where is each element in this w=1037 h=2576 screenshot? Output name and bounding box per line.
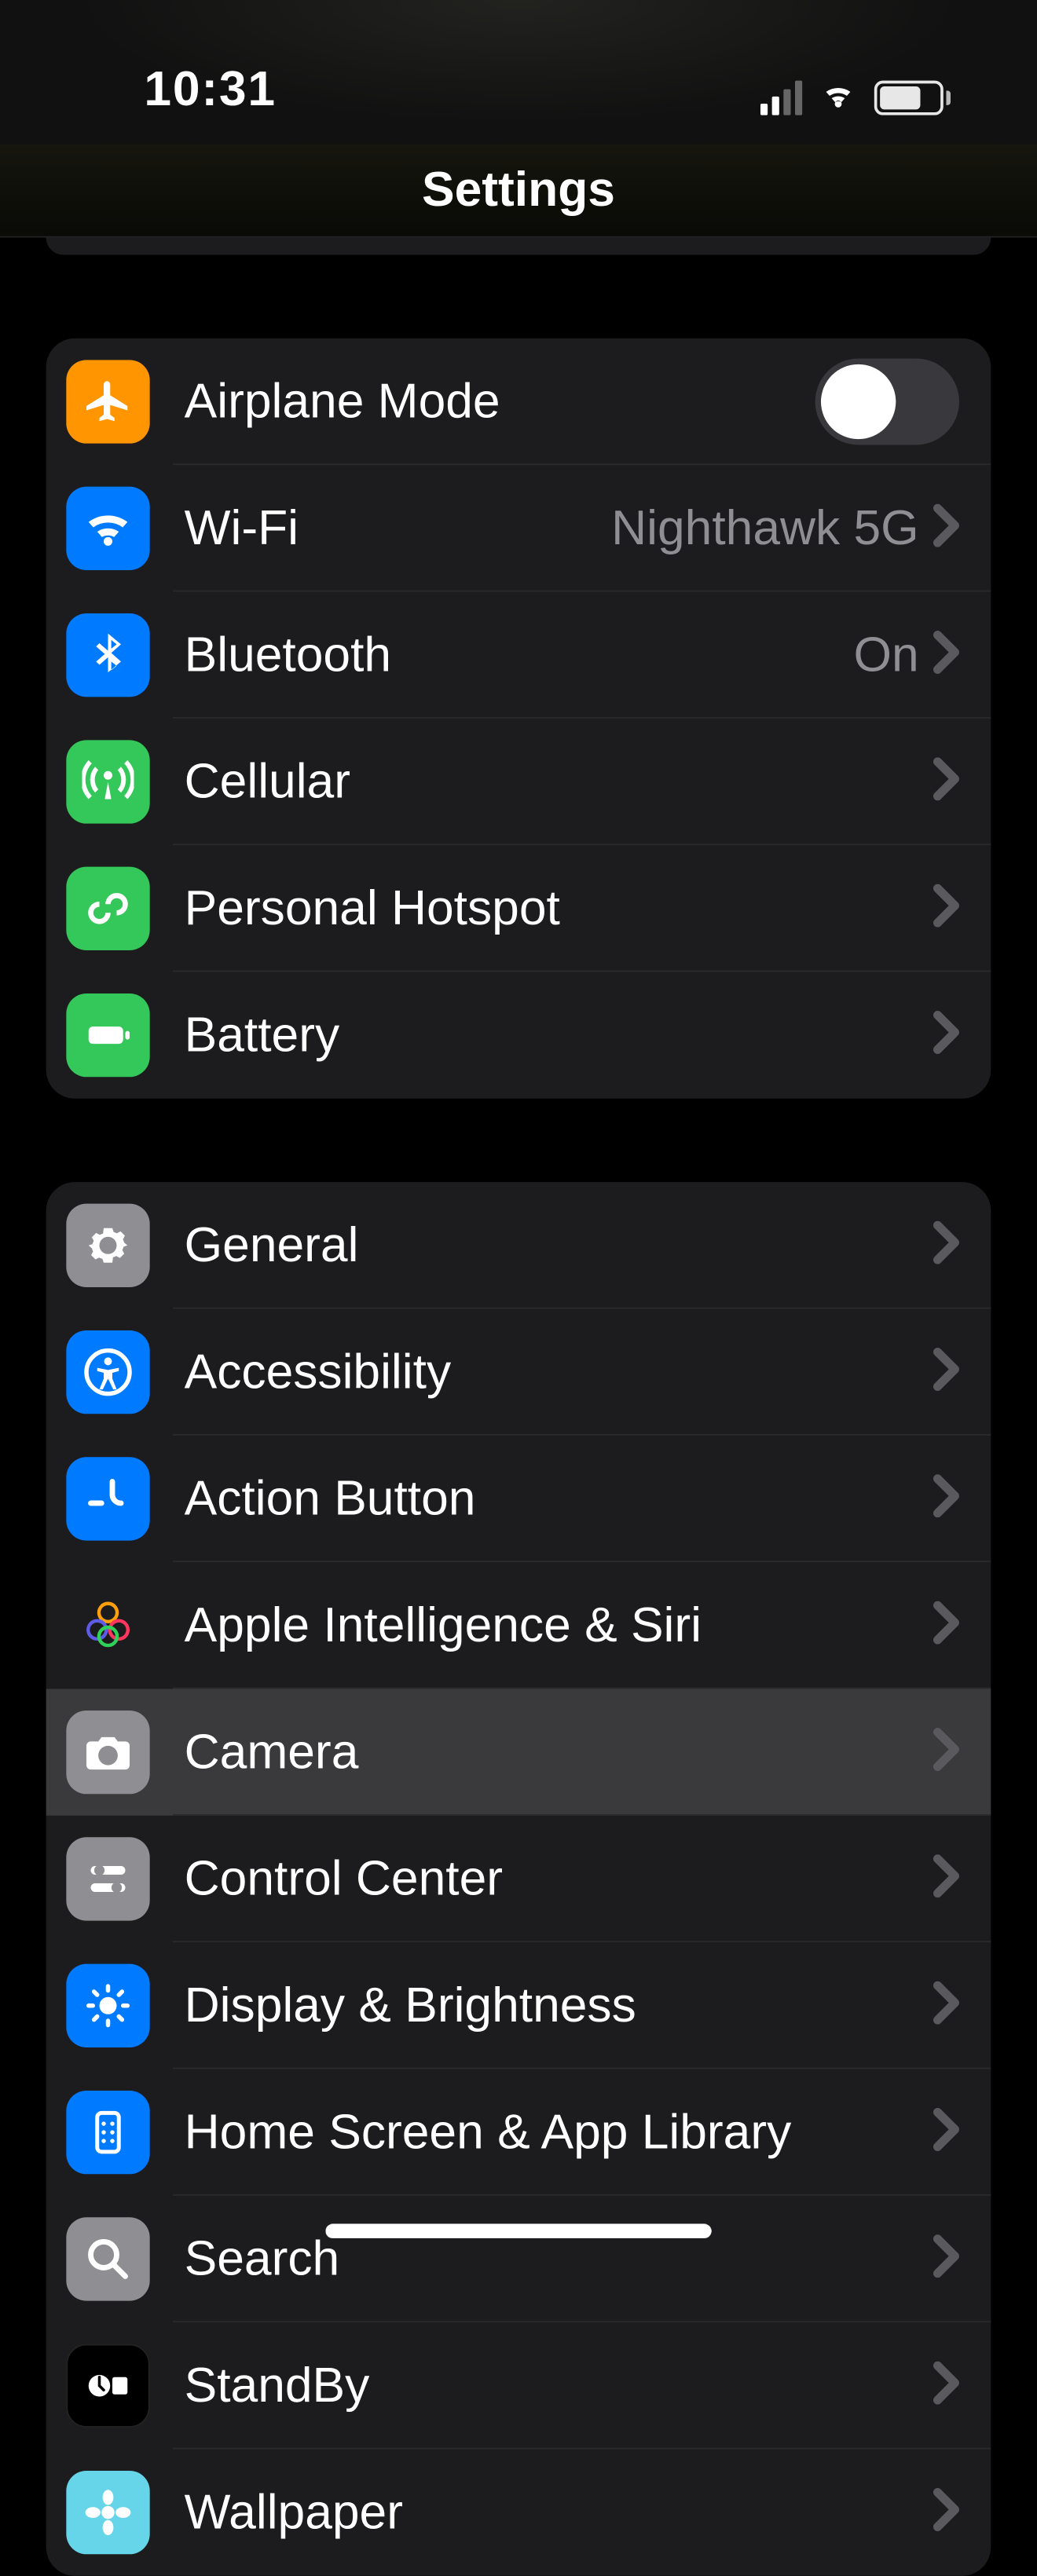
chevron-right-icon — [933, 884, 959, 934]
chevron-right-icon — [933, 2487, 959, 2538]
row-general[interactable]: General — [46, 1182, 991, 1308]
wifi-icon — [816, 76, 859, 118]
chevron-right-icon — [933, 1010, 959, 1060]
row-label: Action Button — [185, 1471, 933, 1527]
row-label: Camera — [185, 1724, 933, 1780]
battery-settings-icon — [66, 993, 149, 1077]
chevron-right-icon — [933, 1601, 959, 1651]
row-label: Display & Brightness — [185, 1978, 933, 2033]
bluetooth-icon — [66, 613, 149, 697]
row-wallpaper[interactable]: Wallpaper — [46, 2449, 991, 2575]
chevron-right-icon — [933, 1473, 959, 1524]
row-hotspot[interactable]: Personal Hotspot — [46, 845, 991, 971]
row-display[interactable]: Display & Brightness — [46, 1942, 991, 2069]
row-label: Apple Intelligence & Siri — [185, 1597, 933, 1653]
row-label: Home Screen & App Library — [185, 2104, 933, 2160]
gear-icon — [66, 1204, 149, 1287]
camera-icon — [66, 1711, 149, 1794]
row-siri[interactable]: Apple Intelligence & Siri — [46, 1562, 991, 1689]
chevron-right-icon — [933, 1347, 959, 1397]
chevron-right-icon — [933, 630, 959, 680]
row-detail: Nighthawk 5G — [611, 500, 918, 556]
home-indicator[interactable] — [325, 2224, 711, 2238]
search-icon — [66, 2217, 149, 2300]
hotspot-icon — [66, 867, 149, 950]
chevron-right-icon — [933, 1220, 959, 1271]
row-cellular[interactable]: Cellular — [46, 719, 991, 845]
row-label: Personal Hotspot — [185, 880, 933, 936]
standby-icon — [66, 2344, 149, 2428]
chevron-right-icon — [933, 1727, 959, 1777]
brightness-icon — [66, 1964, 149, 2047]
control-center-icon — [66, 1837, 149, 1920]
airplane-toggle[interactable] — [815, 358, 959, 445]
cellular-signal-icon — [760, 80, 802, 115]
row-label: Battery — [185, 1007, 933, 1063]
row-camera[interactable]: Camera — [46, 1689, 991, 1815]
accessibility-icon — [66, 1330, 149, 1414]
group-device: General Accessibility Action Button — [46, 1182, 991, 2576]
row-label: StandBy — [185, 2358, 933, 2413]
chevron-right-icon — [933, 1853, 959, 1904]
row-label: General — [185, 1217, 933, 1273]
chevron-right-icon — [933, 2234, 959, 2284]
chevron-right-icon — [933, 756, 959, 807]
row-bluetooth[interactable]: Bluetooth On — [46, 591, 991, 718]
row-label: Airplane Mode — [185, 374, 815, 430]
status-time: 10:31 — [144, 62, 277, 118]
wallpaper-icon — [66, 2471, 149, 2554]
row-action-button[interactable]: Action Button — [46, 1436, 991, 1562]
wifi-settings-icon — [66, 487, 149, 570]
chevron-right-icon — [933, 1981, 959, 2031]
chevron-right-icon — [933, 2107, 959, 2157]
row-battery[interactable]: Battery — [46, 971, 991, 1098]
status-bar: 10:31 — [0, 0, 1037, 144]
row-label: Accessibility — [185, 1344, 933, 1400]
row-label: Search — [185, 2231, 933, 2287]
group-connectivity: Airplane Mode Wi-Fi Nighthawk 5G Bluetoo… — [46, 338, 991, 1099]
apple-intelligence-icon — [66, 1584, 149, 1667]
row-label: Cellular — [185, 754, 933, 810]
row-label: Wi-Fi — [185, 500, 611, 556]
row-standby[interactable]: StandBy — [46, 2322, 991, 2449]
action-button-icon — [66, 1457, 149, 1540]
row-label: Bluetooth — [185, 627, 854, 682]
airplane-icon — [66, 360, 149, 443]
row-airplane-mode[interactable]: Airplane Mode — [46, 338, 991, 465]
row-detail: On — [853, 627, 918, 682]
home-screen-icon — [66, 2091, 149, 2174]
row-wifi[interactable]: Wi-Fi Nighthawk 5G — [46, 465, 991, 591]
row-accessibility[interactable]: Accessibility — [46, 1308, 991, 1435]
row-search[interactable]: Search — [46, 2196, 991, 2322]
page-title: Settings — [422, 162, 615, 218]
previous-group-edge — [46, 237, 991, 254]
navbar: Settings — [0, 144, 1037, 236]
chevron-right-icon — [933, 2361, 959, 2411]
battery-icon — [874, 80, 951, 115]
chevron-right-icon — [933, 503, 959, 554]
row-label: Wallpaper — [185, 2484, 933, 2540]
status-indicators — [760, 76, 951, 118]
row-homescreen[interactable]: Home Screen & App Library — [46, 2069, 991, 2195]
row-control-center[interactable]: Control Center — [46, 1816, 991, 1942]
row-label: Control Center — [185, 1851, 933, 1907]
cellular-icon — [66, 740, 149, 823]
